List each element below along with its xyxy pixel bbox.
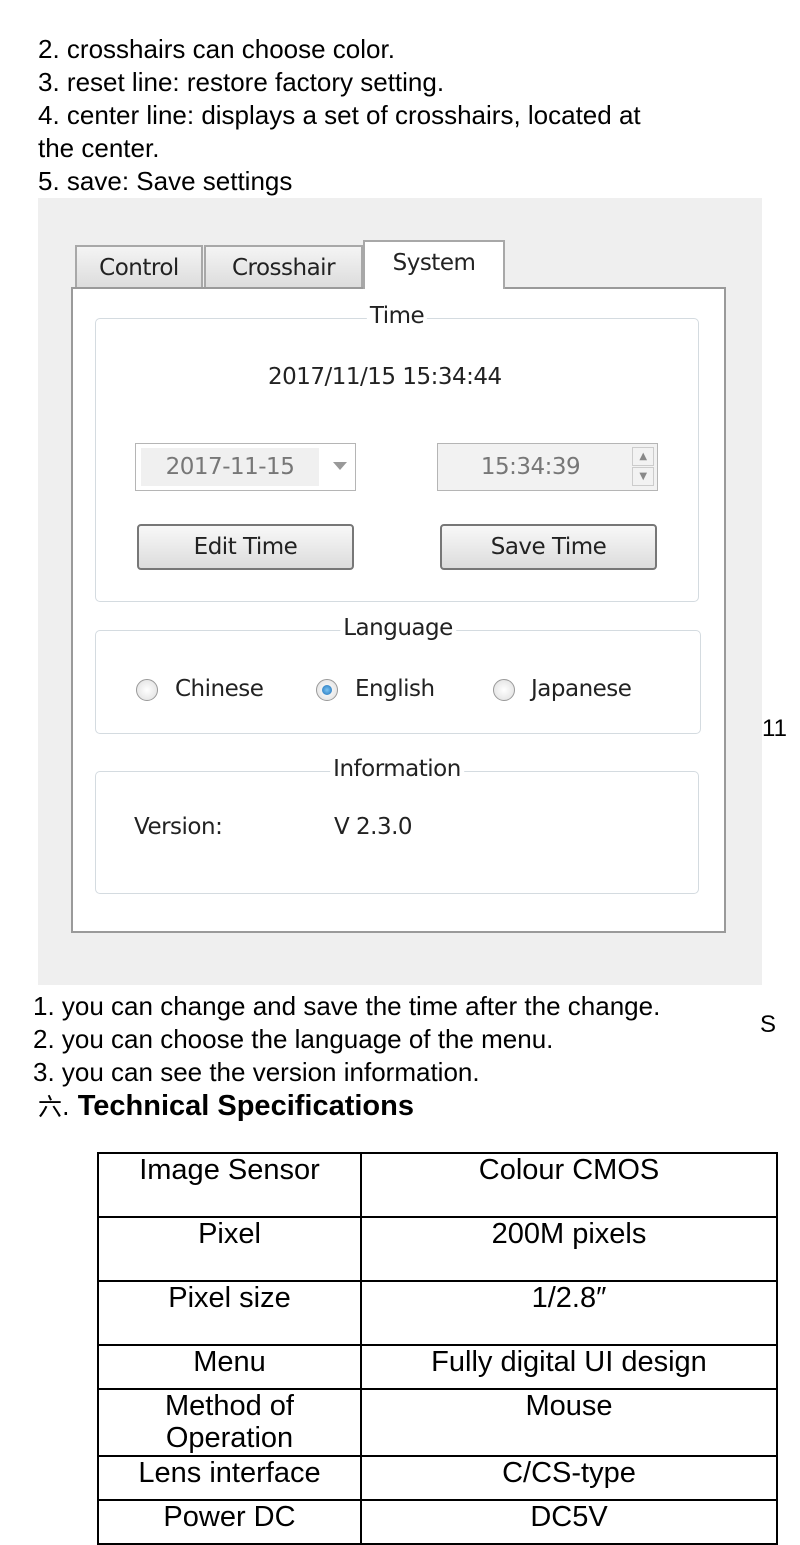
table-row: Menu Fully digital UI design: [97, 1344, 778, 1390]
spec-name: Menu: [97, 1344, 362, 1390]
note-line: 3. you can see the version information.: [33, 1057, 480, 1087]
table-row: Method of Operation Mouse: [97, 1388, 778, 1457]
version-label: Version:: [134, 814, 223, 840]
tab-crosshair[interactable]: Crosshair: [204, 245, 363, 288]
current-datetime: 2017/11/15 15:34:44: [268, 364, 502, 390]
radio-label-chinese: Chinese: [175, 676, 264, 702]
intro-line: 3. reset line: restore factory setting.: [38, 67, 445, 97]
intro-line: 4. center line: displays a set of crossh…: [38, 100, 641, 130]
time-value: 15:34:39: [480, 454, 581, 480]
spec-name: Image Sensor: [97, 1152, 362, 1218]
spec-value: C/CS-type: [360, 1455, 778, 1501]
spec-value: 200M pixels: [360, 1216, 778, 1282]
spec-value: Mouse: [360, 1388, 778, 1457]
spec-name: Method of Operation: [97, 1388, 362, 1457]
table-row: Power DC DC5V: [97, 1499, 778, 1545]
spin-up-icon[interactable]: ▲: [632, 447, 654, 466]
section-number: 六.: [38, 1093, 70, 1121]
note-line: 1. you can change and save the time afte…: [33, 991, 661, 1021]
radio-english[interactable]: [316, 679, 338, 701]
save-time-button[interactable]: Save Time: [440, 524, 657, 570]
chevron-down-icon[interactable]: [333, 462, 347, 470]
radio-japanese[interactable]: [493, 679, 515, 701]
spec-name: Pixel: [97, 1216, 362, 1282]
radio-label-english: English: [355, 676, 435, 702]
intro-line: the center.: [38, 133, 160, 163]
stray-letter: S: [760, 1011, 777, 1038]
table-row: Image Sensor Colour CMOS: [97, 1152, 778, 1218]
section-title: Technical Specifications: [77, 1090, 414, 1122]
spec-value: Colour CMOS: [360, 1152, 778, 1218]
intro-line: 2. crosshairs can choose color.: [38, 34, 395, 64]
radio-label-japanese: Japanese: [531, 676, 632, 702]
table-row: Pixel size 1/2.8″: [97, 1280, 778, 1346]
specs-table: Image Sensor Colour CMOS Pixel 200M pixels…: [97, 1152, 778, 1545]
tab-system[interactable]: System: [363, 240, 505, 289]
intro-line: 5. save: Save settings: [38, 166, 293, 196]
version-value: V 2.3.0: [334, 814, 413, 840]
spec-value: Fully digital UI design: [360, 1344, 778, 1390]
tab-control[interactable]: Control: [75, 245, 203, 288]
spec-name: Lens interface: [97, 1455, 362, 1501]
note-line: 2. you can choose the language of the me…: [33, 1024, 554, 1054]
language-legend: Language: [340, 615, 456, 641]
spec-value: 1/2.8″: [360, 1280, 778, 1346]
information-legend: Information: [330, 756, 464, 782]
spec-name: Power DC: [97, 1499, 362, 1545]
time-spinner[interactable]: 15:34:39 ▲ ▼: [437, 443, 658, 491]
table-row: Lens interface C/CS-type: [97, 1455, 778, 1501]
time-legend: Time: [366, 303, 428, 329]
table-row: Pixel 200M pixels: [97, 1216, 778, 1282]
section-heading: 六. Technical Specifications: [38, 1087, 414, 1123]
date-value: 2017-11-15: [141, 448, 319, 486]
edit-time-button[interactable]: Edit Time: [137, 524, 354, 570]
radio-chinese[interactable]: [136, 679, 158, 701]
spec-value: DC5V: [360, 1499, 778, 1545]
spin-down-icon[interactable]: ▼: [632, 467, 654, 486]
spec-name: Pixel size: [97, 1280, 362, 1346]
date-picker[interactable]: 2017-11-15: [135, 443, 356, 491]
page-number: 11: [762, 715, 787, 742]
